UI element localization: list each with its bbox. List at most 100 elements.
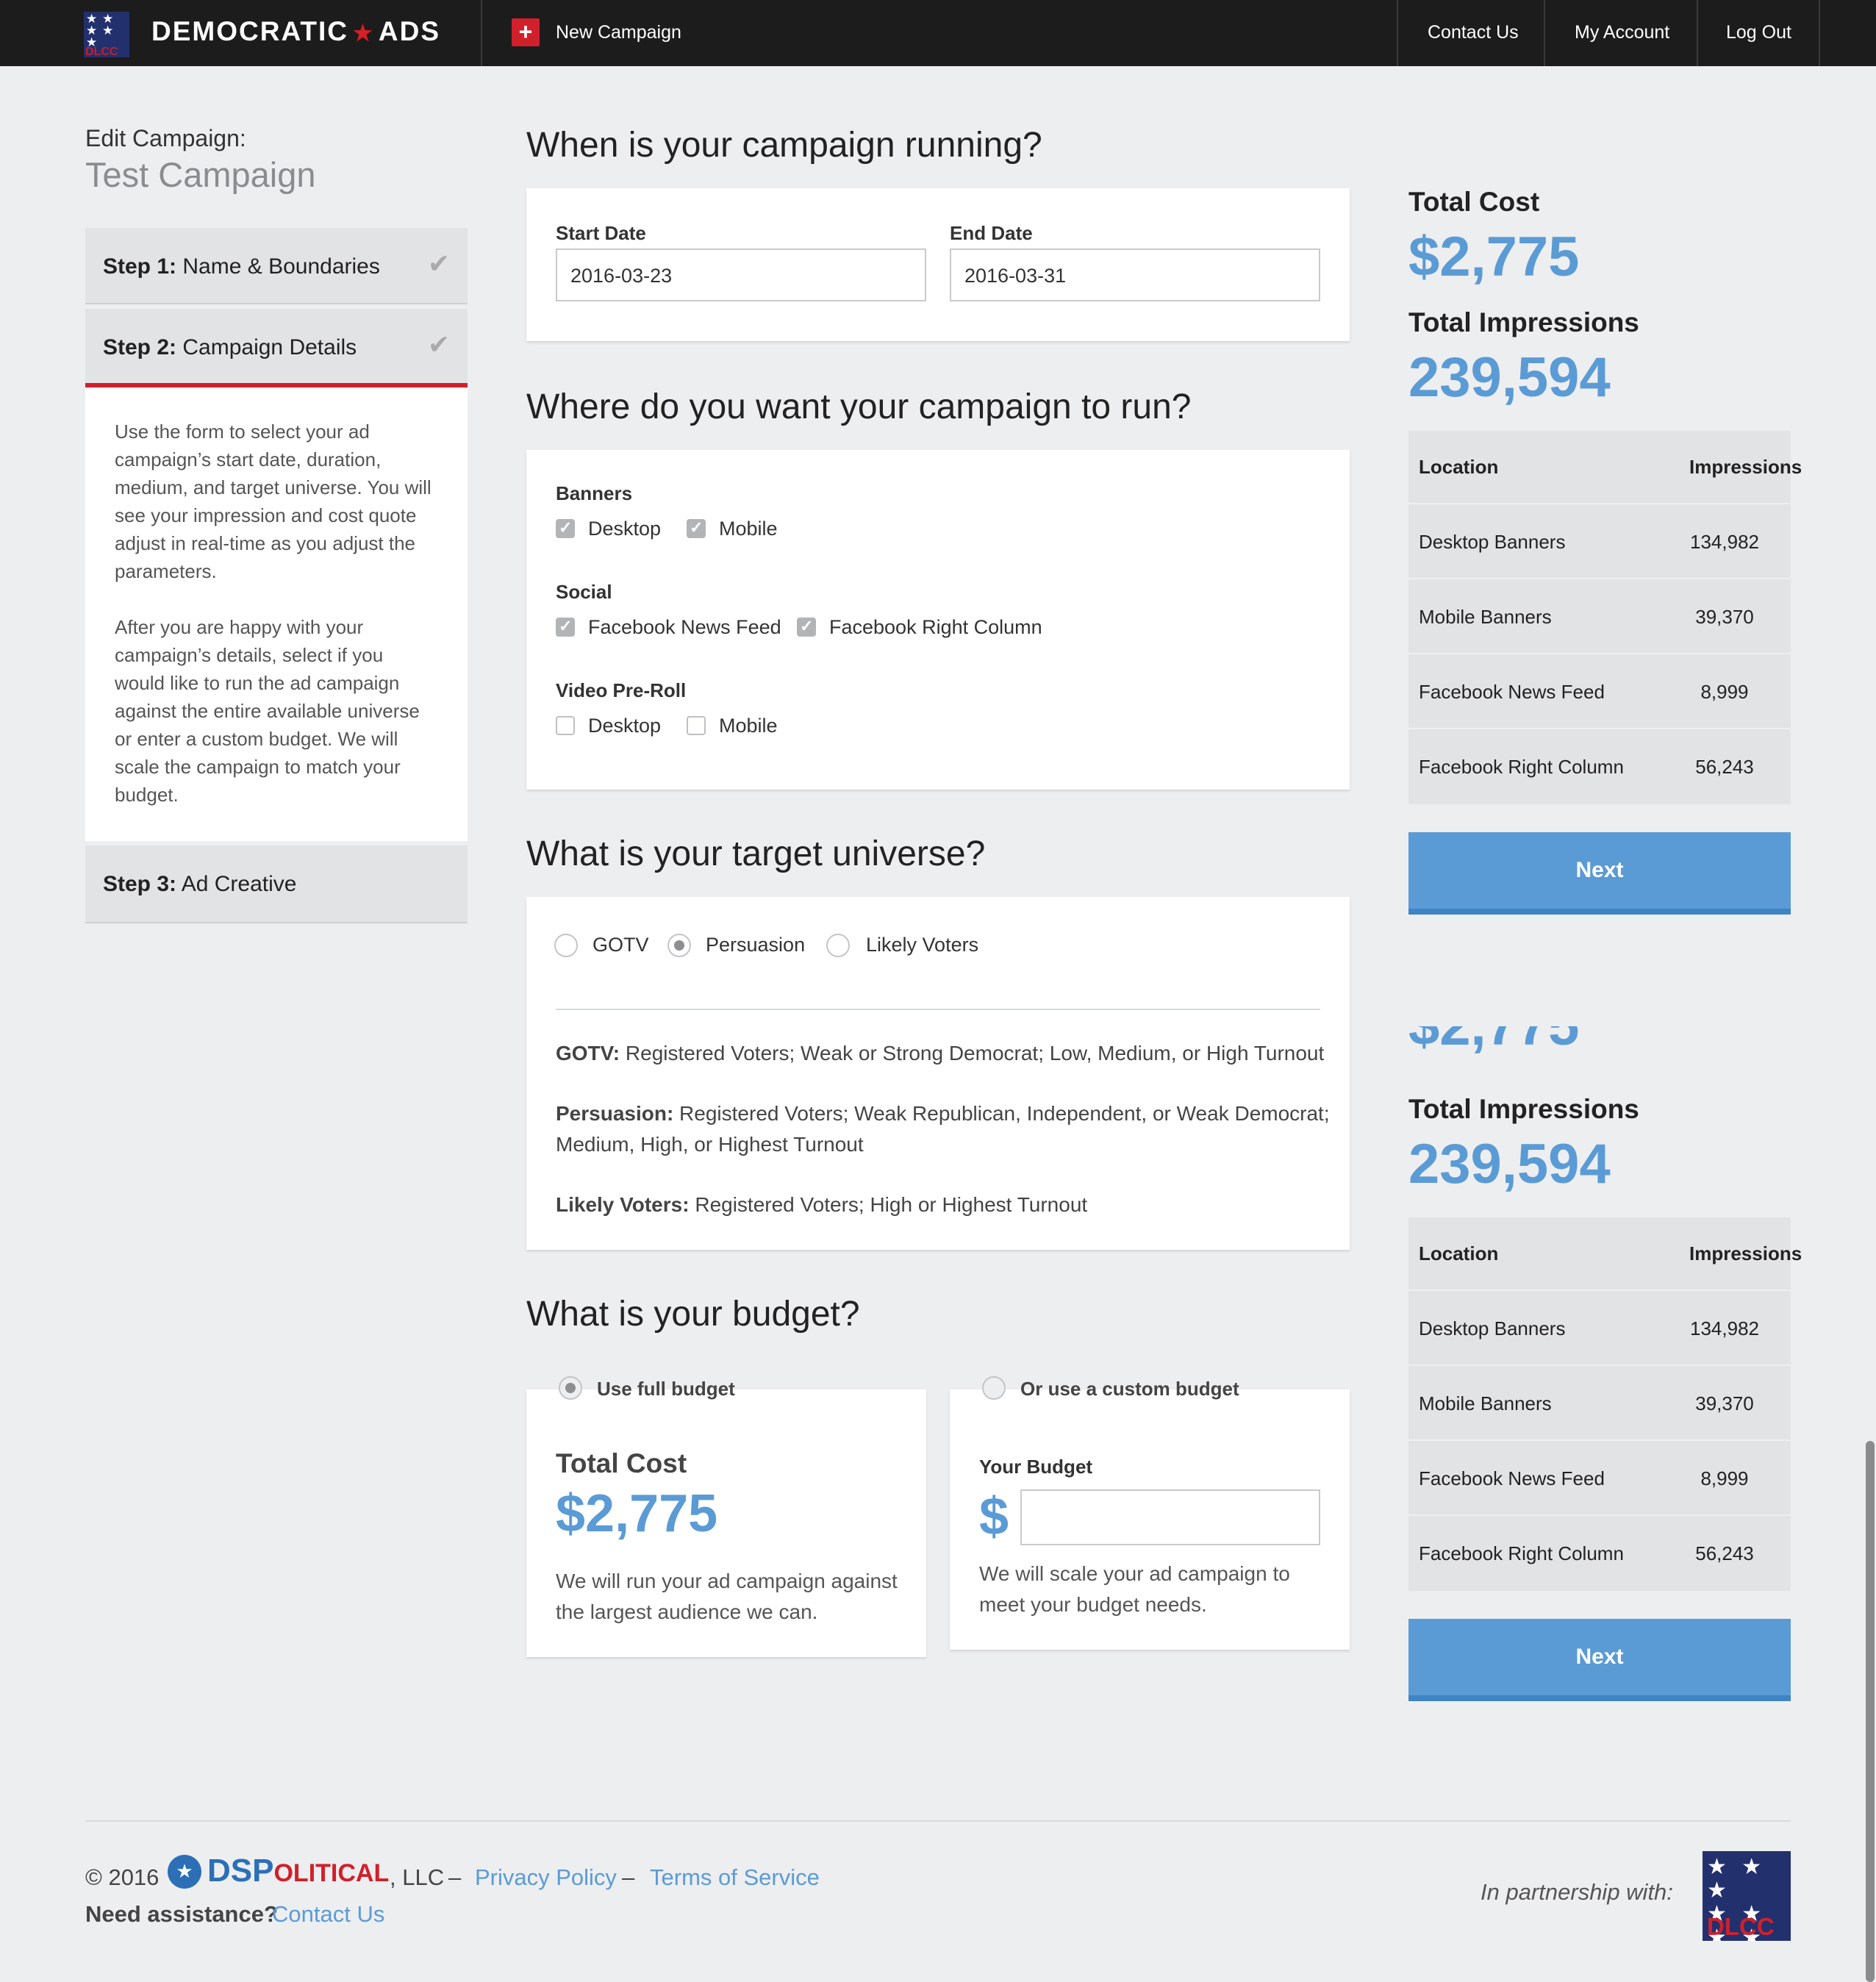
- impressions-column-header: Impressions: [1689, 1242, 1802, 1264]
- universe-heading: What is your target universe?: [526, 834, 986, 873]
- budget-heading: What is your budget?: [526, 1295, 860, 1334]
- location-column-header: Location: [1419, 456, 1499, 478]
- placement-heading: Where do you want your campaign to run?: [526, 387, 1192, 426]
- dates-heading: When is your campaign running?: [526, 126, 1042, 165]
- likely-voters-description: Likely Voters: Registered Voters; High o…: [556, 1189, 1335, 1220]
- location-cell: Facebook Right Column: [1419, 756, 1624, 778]
- brand-text-left: DEMOCRATIC: [151, 16, 349, 46]
- video-desktop-checkbox[interactable]: [556, 716, 575, 735]
- full-budget-note: We will run your ad campaign against the…: [556, 1570, 898, 1623]
- sticky-next-button[interactable]: Next: [1408, 1619, 1791, 1701]
- sticky-impressions-table: Location Impressions Desktop Banners 134…: [1408, 1217, 1802, 1591]
- page-scrollbar[interactable]: [1866, 1441, 1875, 1982]
- new-campaign-link[interactable]: New Campaign: [556, 22, 681, 43]
- nav-divider: [1544, 0, 1545, 66]
- impressions-cell: 39,370: [1695, 606, 1754, 628]
- step-divider: [85, 922, 468, 923]
- description-term: Persuasion:: [556, 1102, 674, 1125]
- total-impressions-value: 239,594: [1408, 346, 1611, 409]
- dsp-text: DSP: [207, 1853, 274, 1889]
- step-divider: [85, 303, 468, 304]
- nav-divider: [1697, 0, 1698, 66]
- facebook-news-feed-checkbox[interactable]: [556, 617, 575, 637]
- video-mobile-checkbox[interactable]: [687, 716, 706, 735]
- nav-divider: [1819, 0, 1820, 66]
- your-budget-label: Your Budget: [979, 1456, 1093, 1478]
- partner-logo-text: DLCC: [1707, 1913, 1775, 1940]
- impressions-cell: 134,982: [1690, 531, 1759, 553]
- nav-contact-us[interactable]: Contact Us: [1428, 22, 1519, 43]
- description-text: Registered Voters; High or Highest Turno…: [689, 1193, 1088, 1216]
- logo-dlcc-text: DLCC: [85, 46, 118, 57]
- checkmark-icon: ✔: [427, 248, 450, 279]
- gotv-radio[interactable]: [554, 934, 578, 957]
- nav-log-out[interactable]: Log Out: [1726, 22, 1791, 43]
- step-label: Campaign Details: [176, 335, 357, 359]
- help-paragraph-2: After you are happy with your campaign’s…: [115, 616, 420, 806]
- checkbox-label: Mobile: [719, 518, 778, 540]
- checkbox-label: Mobile: [719, 715, 778, 737]
- top-navbar: ★ ★ ★ ★ ★ DLCC DEMOCRATIC ★ ADS + New Campa…: [0, 0, 1876, 66]
- impressions-cell: 56,243: [1695, 756, 1754, 778]
- step-number: Step 2:: [103, 335, 177, 359]
- step-2-campaign-details[interactable]: Step 2: Campaign Details ✔: [85, 309, 468, 385]
- banners-desktop-checkbox[interactable]: [556, 518, 575, 538]
- plus-icon[interactable]: +: [512, 18, 540, 46]
- banners-mobile-checkbox[interactable]: [687, 518, 706, 538]
- full-budget-radio[interactable]: [559, 1376, 582, 1400]
- video-preroll-label: Video Pre-Roll: [556, 679, 687, 701]
- dlcc-logo-icon[interactable]: ★ ★ ★ ★ ★ DLCC: [84, 12, 129, 57]
- step-label: Name & Boundaries: [176, 254, 380, 279]
- table-row: Mobile Banners 39,370: [1408, 1366, 1791, 1441]
- dspolitical-logo[interactable]: DSPOLITICAL: [207, 1853, 389, 1889]
- radio-label: Likely Voters: [866, 934, 979, 956]
- impressions-cell: 134,982: [1690, 1317, 1759, 1339]
- universe-divider: [556, 1009, 1320, 1010]
- sticky-total-cost-value: $2,775: [1408, 1026, 1579, 1058]
- partnership-label: In partnership with:: [1481, 1879, 1673, 1905]
- edit-campaign-label: Edit Campaign:: [85, 125, 246, 151]
- footer-divider: [85, 1820, 1791, 1822]
- start-date-label: Start Date: [556, 222, 646, 244]
- full-budget-radio-label: Use full budget: [597, 1378, 735, 1400]
- checkbox-label: Facebook Right Column: [829, 616, 1042, 638]
- sticky-cost-clip: $2,775: [1408, 1026, 1791, 1072]
- terms-of-service-link[interactable]: Terms of Service: [650, 1864, 820, 1890]
- end-date-input[interactable]: 2016-03-31: [950, 248, 1320, 301]
- need-assistance-label: Need assistance?: [85, 1901, 278, 1927]
- footer-separator: –: [448, 1864, 462, 1890]
- facebook-right-column-checkbox[interactable]: [797, 617, 816, 637]
- total-impressions-label: Total Impressions: [1408, 307, 1639, 337]
- brand-text-right: ADS: [378, 16, 441, 46]
- social-label: Social: [556, 581, 612, 603]
- location-cell: Mobile Banners: [1419, 1392, 1552, 1414]
- gotv-description: GOTV: Registered Voters; Weak or Strong …: [556, 1038, 1335, 1069]
- table-row: Facebook Right Column 56,243: [1408, 1516, 1791, 1591]
- total-cost-label: Total Cost: [556, 1448, 687, 1478]
- nav-my-account[interactable]: My Account: [1575, 22, 1669, 43]
- start-date-input[interactable]: 2016-03-23: [556, 248, 926, 301]
- brand-logo[interactable]: DEMOCRATIC ★ ADS: [151, 16, 440, 47]
- footer-contact-us-link[interactable]: Contact Us: [272, 1901, 384, 1927]
- sticky-total-impressions-value: 239,594: [1408, 1133, 1611, 1195]
- end-date-label: End Date: [950, 222, 1033, 244]
- description-term: GOTV:: [556, 1042, 620, 1065]
- impressions-cell: 56,243: [1695, 1542, 1754, 1564]
- next-button[interactable]: Next: [1408, 832, 1791, 915]
- likely-voters-radio[interactable]: [826, 934, 850, 957]
- nav-divider: [481, 0, 482, 66]
- custom-budget-input[interactable]: [1020, 1489, 1320, 1545]
- step-3-ad-creative[interactable]: Step 3: Ad Creative: [85, 845, 468, 922]
- step-1-name-boundaries[interactable]: Step 1: Name & Boundaries ✔: [85, 228, 468, 304]
- footer-separator: –: [622, 1864, 635, 1890]
- location-cell: Mobile Banners: [1419, 606, 1552, 628]
- total-cost-value: $2,775: [1408, 226, 1580, 288]
- impressions-column-header: Impressions: [1689, 456, 1802, 478]
- privacy-policy-link[interactable]: Privacy Policy: [475, 1864, 617, 1890]
- persuasion-radio[interactable]: [667, 934, 691, 957]
- banners-label: Banners: [556, 482, 633, 504]
- custom-budget-radio[interactable]: [982, 1376, 1006, 1400]
- sticky-total-impressions-label: Total Impressions: [1408, 1094, 1639, 1124]
- dlcc-partner-logo-icon[interactable]: ★ ★ ★ ★ ★ ★ ★ DLCC: [1703, 1851, 1791, 1941]
- custom-budget-card: Your Budget $ We will scale your ad camp…: [950, 1389, 1350, 1650]
